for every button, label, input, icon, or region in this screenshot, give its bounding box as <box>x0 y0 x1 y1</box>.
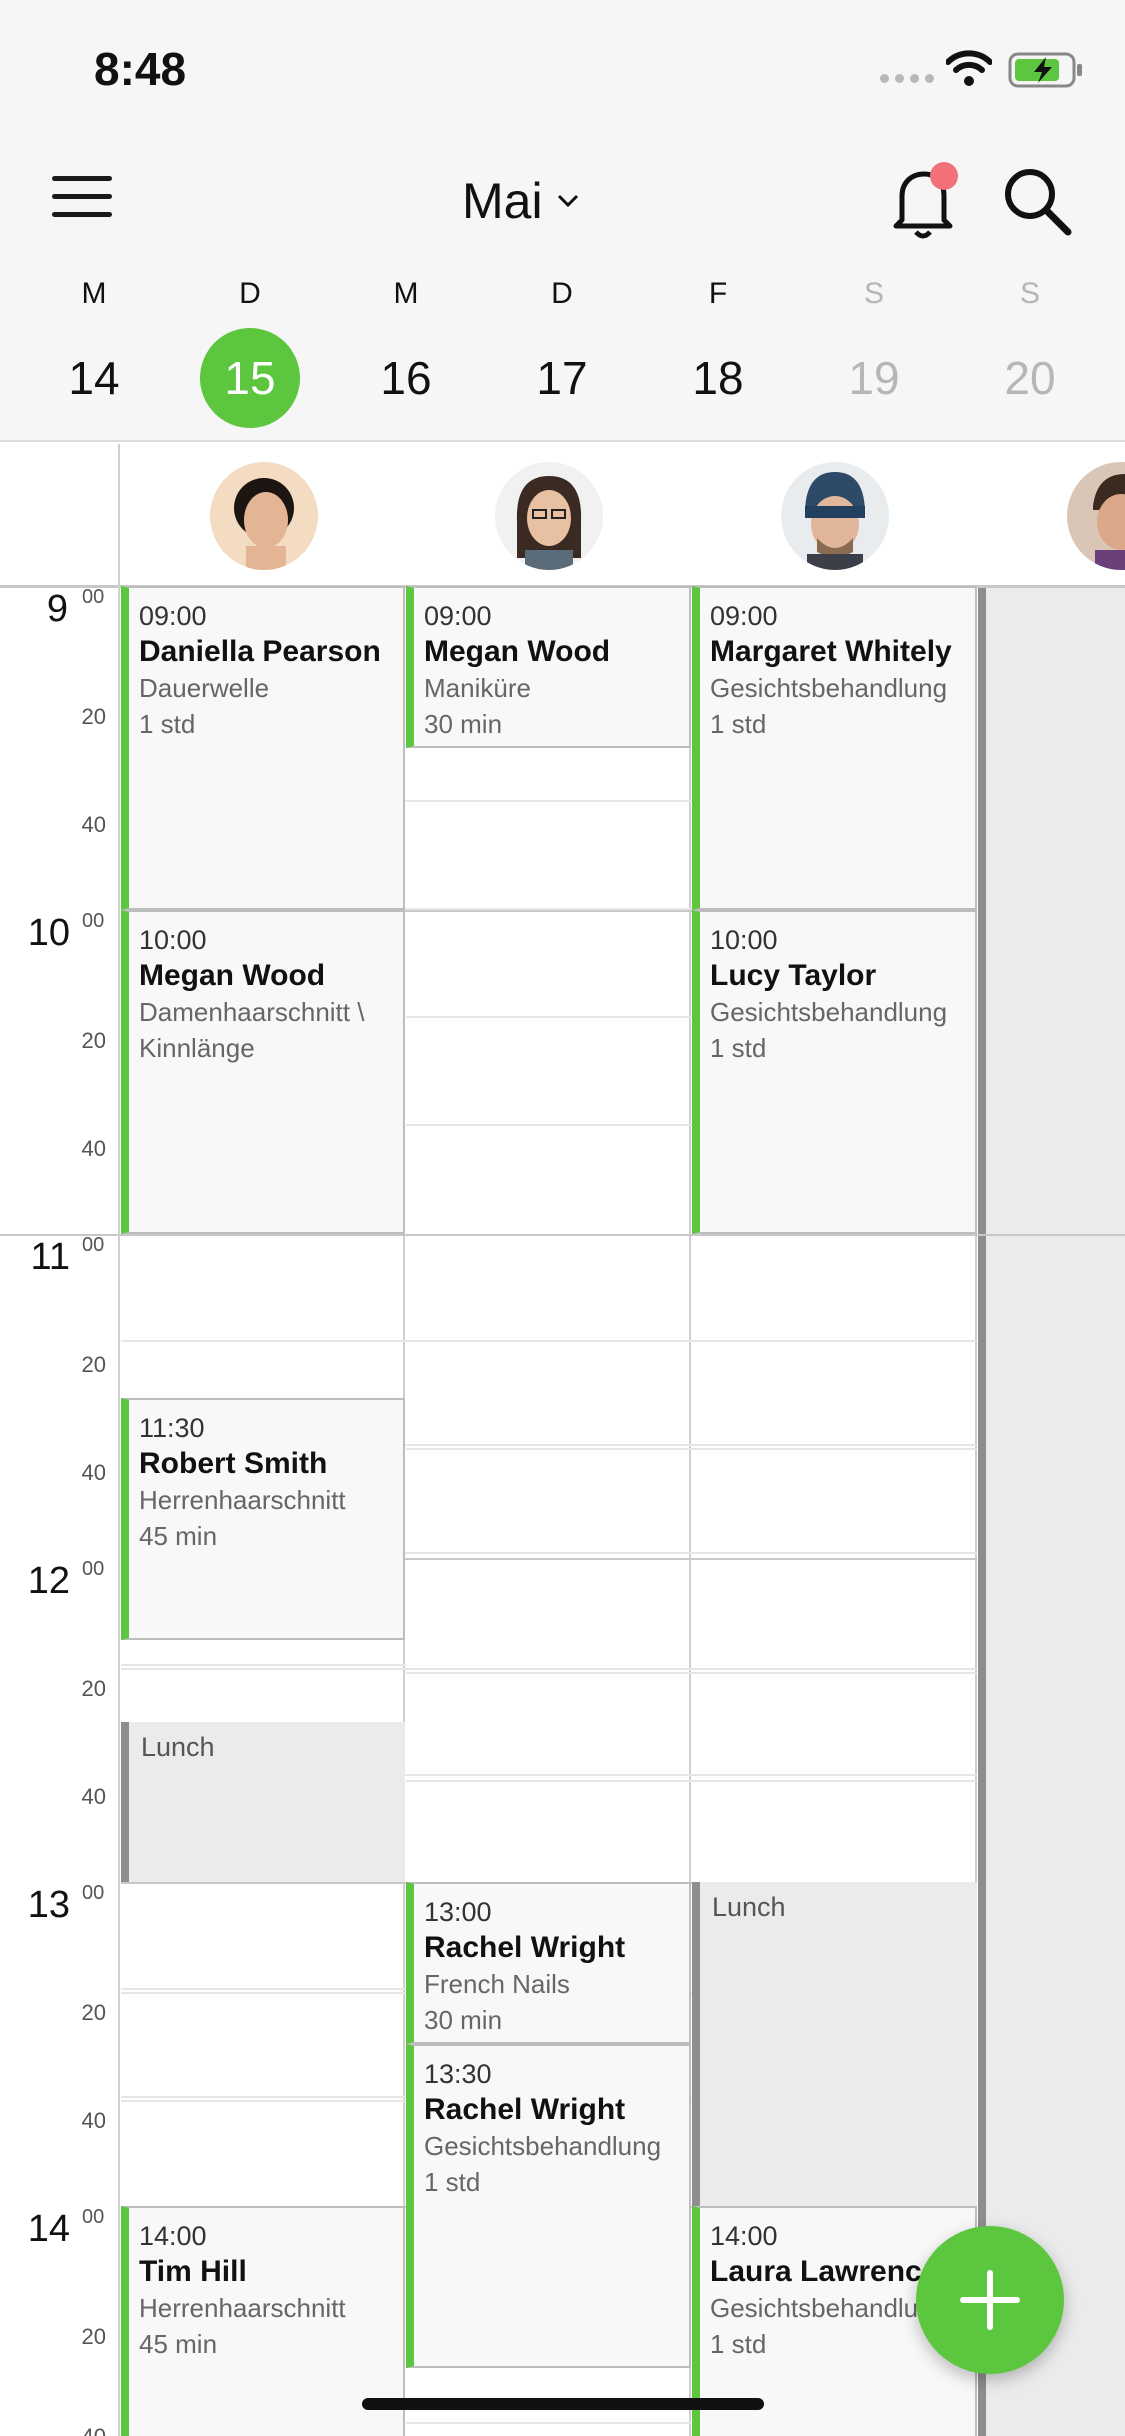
appointment-card[interactable]: 09:00 Megan Wood Maniküre 30 min <box>406 586 691 748</box>
cellular-signal-icon <box>880 74 934 83</box>
notifications-button[interactable] <box>888 160 962 240</box>
day-mon-14[interactable]: M 14 <box>24 274 164 424</box>
appointment-card[interactable]: 11:30 Robert Smith Herrenhaarschnitt 45 … <box>121 1398 405 1640</box>
minute-label: 20 <box>81 704 106 729</box>
day-thu-17[interactable]: D 17 <box>492 274 632 424</box>
appointment-card[interactable]: 10:00 Lucy Taylor Gesichtsbehandlung 1 s… <box>692 910 977 1234</box>
staff-avatar-row: 40 <box>0 444 1125 587</box>
appointment-card[interactable]: 10:00 Megan Wood Damenhaarschnitt \ Kinn… <box>121 910 405 1234</box>
appointment-card[interactable]: 09:00 Daniella Pearson Dauerwelle 1 std <box>121 586 405 910</box>
month-label: Mai <box>462 173 543 229</box>
minute-label: 20 <box>81 1676 106 1701</box>
lunch-block[interactable]: Lunch <box>121 1722 405 1882</box>
month-dropdown[interactable]: Mai <box>462 166 579 236</box>
day-wed-16[interactable]: M 16 <box>336 274 476 424</box>
day-sat-19[interactable]: S 19 <box>804 274 944 424</box>
minute-label: 40 <box>81 1784 106 1809</box>
staff-avatar-4[interactable] <box>1067 462 1125 570</box>
staff-column-4[interactable] <box>978 444 1125 2436</box>
add-appointment-button[interactable] <box>916 2226 1064 2374</box>
battery-charging-icon <box>1008 52 1082 88</box>
minute-label: 40 <box>81 1136 106 1161</box>
minute-label: 20 <box>81 1352 106 1377</box>
calendar-app: 8:48 Mai M 14 D 15 M 16 D 17 F 18 S 19 S… <box>0 0 1125 2436</box>
appointment-card[interactable]: 13:30 Rachel Wright Gesichtsbehandlung 1… <box>406 2044 691 2368</box>
day-fri-18[interactable]: F 18 <box>648 274 788 424</box>
chevron-down-icon <box>557 194 578 208</box>
appointment-card[interactable]: 13:00 Rachel Wright French Nails 30 min <box>406 1882 691 2044</box>
minute-label: 20 <box>81 2324 106 2349</box>
notification-badge <box>930 162 958 190</box>
minute-label: 20 <box>81 2000 106 2025</box>
minute-label: 40 <box>81 2108 106 2133</box>
minute-label: 40 <box>81 812 106 837</box>
minute-label: 40 <box>82 2424 106 2436</box>
lunch-block[interactable]: Lunch <box>692 1882 977 2206</box>
status-time: 8:48 <box>94 43 187 95</box>
staff-avatar-1[interactable] <box>210 462 318 570</box>
appointment-card[interactable]: 09:00 Margaret Whitely Gesichtsbehandlun… <box>692 586 977 910</box>
search-icon <box>1005 169 1072 236</box>
top-bar: 8:48 Mai M 14 D 15 M 16 D 17 F 18 S 19 S… <box>0 0 1125 442</box>
day-tue-15-selected[interactable]: D 15 <box>180 274 320 428</box>
calendar-grid: 40 900 20 40 1000 20 40 <box>0 444 1125 2436</box>
search-button[interactable] <box>998 162 1078 242</box>
wifi-icon <box>946 50 992 86</box>
staff-avatar-3[interactable] <box>781 462 889 570</box>
minute-label: 20 <box>81 1028 106 1053</box>
minute-label: 40 <box>81 1460 106 1485</box>
hamburger-menu-icon[interactable] <box>52 172 116 222</box>
day-sun-20[interactable]: S 20 <box>960 274 1100 424</box>
home-indicator <box>362 2398 764 2410</box>
time-column: 9 00 20 40 10 00 20 40 11 00 20 40 12 00 20 … <box>0 444 120 2436</box>
staff-avatar-2[interactable] <box>495 462 603 570</box>
